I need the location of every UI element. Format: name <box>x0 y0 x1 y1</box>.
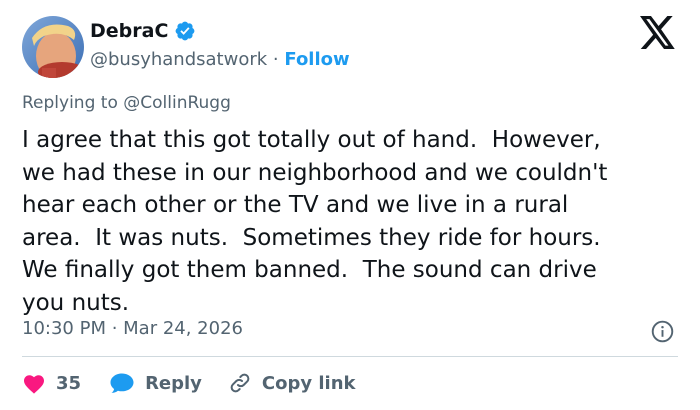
link-icon <box>230 373 250 393</box>
replying-to-handle-link[interactable]: @CollinRugg <box>123 93 231 113</box>
heart-icon <box>24 375 44 394</box>
copy-link-label: Copy link <box>261 372 356 394</box>
avatar-image <box>22 16 84 78</box>
info-icon[interactable] <box>651 320 674 343</box>
separator-dot: · <box>272 49 279 70</box>
verified-badge-icon <box>176 21 195 41</box>
reply-label: Reply <box>145 372 202 394</box>
follow-button[interactable]: Follow <box>284 49 349 70</box>
replying-to-line: Replying to @CollinRugg <box>22 93 231 113</box>
replying-to-prefix: Replying to <box>22 93 124 113</box>
like-count: 35 <box>56 372 82 394</box>
author-handle[interactable]: @busyhandsatwork <box>90 49 267 70</box>
like-button[interactable]: 35 <box>22 372 81 394</box>
chat-bubble-icon <box>110 373 134 393</box>
tweet-timestamp[interactable]: 10:30 PM · Mar 24, 2026 <box>22 318 243 339</box>
copy-link-button[interactable]: Copy link <box>228 371 356 395</box>
avatar[interactable] <box>22 16 84 78</box>
tweet-text: I agree that this got totally out of han… <box>22 127 608 316</box>
reply-button[interactable]: Reply <box>109 372 202 394</box>
author-name[interactable]: DebraC <box>90 20 168 42</box>
action-bar: 35 Reply Copy link <box>22 370 356 396</box>
divider <box>22 356 678 357</box>
x-logo-icon[interactable] <box>640 16 676 49</box>
